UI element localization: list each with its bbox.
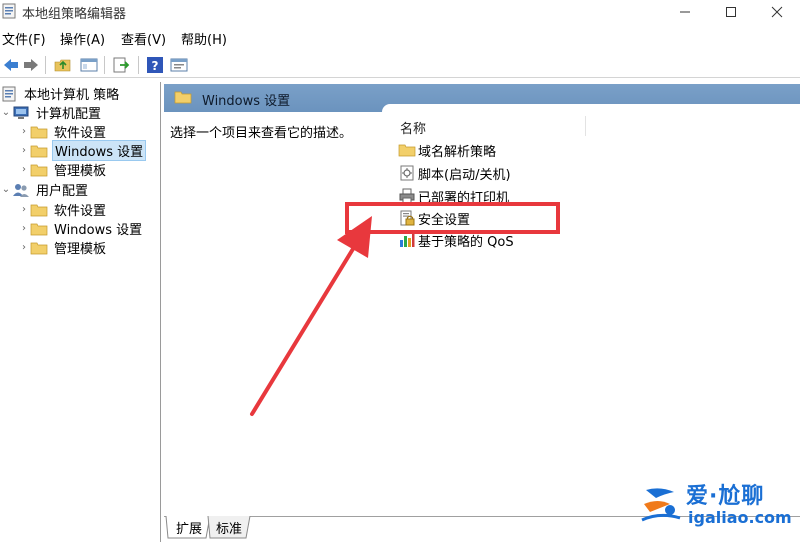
tree-computer-config[interactable]: ⌄ 计算机配置	[0, 103, 103, 122]
bar-chart-icon	[398, 232, 416, 248]
menu-action[interactable]: 操作(A)	[60, 29, 105, 48]
details-pane: Windows 设置 选择一个项目来查看它的描述。 名称 域名解析策略 脚本(启…	[164, 84, 800, 542]
highlight-box	[345, 202, 560, 234]
close-button[interactable]	[754, 0, 800, 24]
chevron-right-icon[interactable]: ›	[18, 242, 30, 253]
menu-file[interactable]: 文件(F)	[2, 29, 46, 48]
tree-user-software[interactable]: › 软件设置	[18, 200, 108, 219]
up-folder-icon[interactable]	[52, 54, 74, 76]
folder-icon	[30, 124, 48, 140]
menu-help[interactable]: 帮助(H)	[181, 29, 227, 48]
description-text: 选择一个项目来查看它的描述。	[170, 126, 353, 141]
chevron-right-icon[interactable]: ›	[18, 164, 30, 175]
chevron-right-icon[interactable]: ›	[18, 204, 30, 215]
back-icon[interactable]	[0, 54, 22, 76]
column-header-name[interactable]: 名称	[400, 118, 426, 137]
console-tree: 本地计算机 策略 ⌄ 计算机配置 › 软件设置 › Windows 设置 › 管…	[0, 82, 161, 542]
chevron-right-icon[interactable]: ›	[18, 223, 30, 234]
computer-icon	[12, 105, 30, 121]
window-title: 本地组策略编辑器	[22, 7, 127, 22]
export-list-icon[interactable]	[110, 54, 132, 76]
item-list: 名称 域名解析策略 脚本(启动/关机) 已部署的打印机 安全设置 基于策略的 Q…	[382, 104, 800, 504]
tab-expand[interactable]: 扩展	[170, 516, 208, 538]
show-hide-tree-icon[interactable]	[78, 54, 100, 76]
list-item-dns-policy[interactable]: 域名解析策略	[398, 140, 496, 160]
maximize-button[interactable]	[708, 0, 754, 24]
users-icon	[12, 182, 30, 198]
tab-standard[interactable]: 标准	[210, 516, 248, 538]
toolbar: ?	[0, 52, 800, 78]
tree-user-windows[interactable]: › Windows 设置	[18, 219, 144, 238]
minimize-button[interactable]	[662, 0, 708, 24]
forward-icon[interactable]	[20, 54, 42, 76]
folder-icon	[30, 143, 48, 159]
watermark-logo-icon	[641, 488, 681, 522]
chevron-down-icon[interactable]: ⌄	[0, 107, 12, 118]
title-bar: 本地组策略编辑器	[0, 0, 800, 24]
policy-document-icon	[0, 86, 18, 102]
svg-text:?: ?	[152, 59, 159, 73]
script-icon	[398, 165, 416, 181]
folder-icon	[174, 90, 192, 108]
folder-icon	[30, 240, 48, 256]
menu-bar: 文件(F) 操作(A) 查看(V) 帮助(H)	[0, 26, 800, 50]
folder-icon	[30, 202, 48, 218]
folder-icon	[398, 142, 416, 158]
properties-icon[interactable]	[168, 54, 190, 76]
tree-computer-admin-templates[interactable]: › 管理模板	[18, 160, 108, 179]
menu-view[interactable]: 查看(V)	[121, 29, 166, 48]
tree-computer-windows[interactable]: › Windows 设置	[18, 140, 147, 161]
watermark-brand: 爱·尬聊	[686, 484, 765, 509]
tree-root[interactable]: 本地计算机 策略	[0, 84, 121, 103]
help-icon[interactable]: ?	[144, 54, 166, 76]
chevron-down-icon[interactable]: ⌄	[0, 184, 12, 195]
chevron-right-icon[interactable]: ›	[18, 145, 30, 156]
column-divider[interactable]	[585, 116, 586, 136]
app-icon	[2, 3, 16, 19]
list-item-scripts[interactable]: 脚本(启动/关机)	[398, 163, 511, 183]
folder-icon	[30, 162, 48, 178]
watermark: 爱·尬聊 igaliao.com	[640, 478, 796, 530]
watermark-url: igaliao.com	[688, 508, 792, 527]
folder-icon	[30, 221, 48, 237]
tree-user-admin-templates[interactable]: › 管理模板	[18, 238, 108, 257]
chevron-right-icon[interactable]: ›	[18, 126, 30, 137]
tree-user-config[interactable]: ⌄ 用户配置	[0, 180, 90, 199]
pane-header-title: Windows 设置	[202, 94, 291, 109]
tree-computer-software[interactable]: › 软件设置	[18, 122, 108, 141]
